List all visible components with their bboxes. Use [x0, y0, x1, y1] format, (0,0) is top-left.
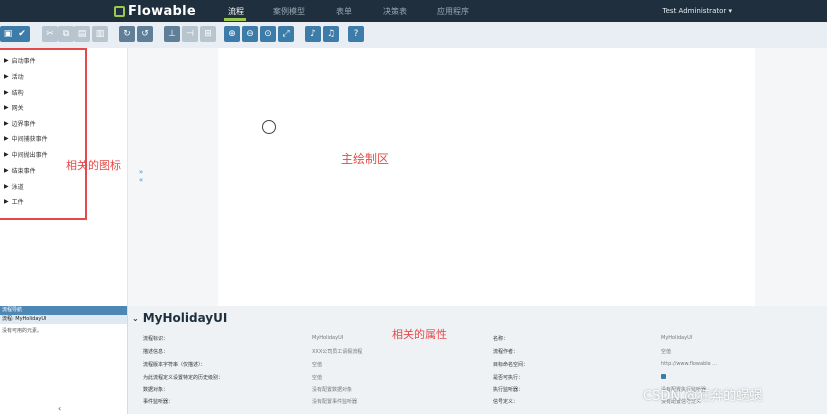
- palette-group-artifacts[interactable]: ▶ 工件: [4, 197, 24, 206]
- caret-right-icon: ▶: [4, 198, 9, 205]
- caret-right-icon: ▶: [4, 73, 9, 80]
- drawing-canvas[interactable]: [218, 48, 755, 306]
- user-menu[interactable]: Test Administrator ▾: [663, 7, 732, 15]
- undo-icon[interactable]: ↺: [137, 26, 153, 42]
- prop-value[interactable]: MyHolidayUI: [661, 335, 692, 341]
- palette-collapse-toggle[interactable]: » «: [137, 168, 145, 184]
- bend-add-icon[interactable]: ♪: [305, 26, 321, 42]
- cut-icon[interactable]: ✂: [42, 26, 58, 42]
- palette-group-gateways[interactable]: ▶ 网关: [4, 103, 24, 112]
- zoom-actual-icon[interactable]: ⊙: [260, 26, 276, 42]
- csdn-watermark: CSDN @狂奔的蜗蜗: [643, 389, 763, 404]
- zoom-out-icon[interactable]: ⊖: [242, 26, 258, 42]
- palette-group-intermediate-catching[interactable]: ▶ 中间捕获事件: [4, 134, 48, 143]
- prop-value[interactable]: 没有配置事件监听器: [312, 398, 357, 405]
- same-size-icon[interactable]: ⊞: [200, 26, 216, 42]
- prop-value[interactable]: 空值: [312, 374, 322, 381]
- editor-toolbar: ▣ ✔ ✂ ⧉ ▤ ▥ ↻ ↺ ⊥ ⊣ ⊞ ⊕ ⊖ ⊙ ⤢ ♪ ♫ ?: [0, 22, 827, 49]
- prop-label: 数据对象：: [143, 387, 169, 393]
- properties-title[interactable]: ⌄ MyHolidayUI: [132, 311, 227, 325]
- prop-label: 流程标识：: [143, 336, 169, 342]
- prop-value[interactable]: 空值: [661, 348, 671, 355]
- prop-value[interactable]: http://www.flowable ...: [661, 361, 717, 367]
- tab-decision-tables[interactable]: 决策表: [383, 6, 407, 17]
- executable-checkbox[interactable]: [661, 374, 666, 379]
- prop-label: 描述信息：: [143, 349, 169, 355]
- help-icon[interactable]: ?: [348, 26, 364, 42]
- properties-annotation: 相关的属性: [392, 328, 447, 341]
- prop-label: 名称：: [493, 336, 509, 342]
- top-navigation-bar: Flowable 流程 案例模型 表单 决策表 应用程序 Test Admini…: [0, 0, 827, 22]
- prop-value[interactable]: XXX公司员工请假流程: [312, 348, 362, 355]
- prop-label: 目标命名空间：: [493, 362, 529, 368]
- caret-right-icon: ▶: [4, 120, 9, 127]
- tab-process[interactable]: 流程: [228, 6, 244, 17]
- palette-group-boundary-events[interactable]: ▶ 边界事件: [4, 119, 36, 128]
- navigator-header: 流程导航: [0, 306, 127, 315]
- palette-group-intermediate-throwing[interactable]: ▶ 中间抛出事件: [4, 150, 48, 159]
- prop-label: 信号定义：: [493, 399, 519, 405]
- prop-value[interactable]: 空值: [312, 361, 322, 368]
- process-navigator: 流程导航 流程: MyHolidayUI 没有可用的元素。 ‹: [0, 306, 128, 414]
- align-horizontal-icon[interactable]: ⊣: [182, 26, 198, 42]
- prop-label: 是否可执行：: [493, 375, 524, 381]
- active-tab-indicator: [224, 18, 246, 21]
- double-chevron-icon: »: [138, 168, 144, 176]
- prop-label: 事件监听器：: [143, 399, 174, 405]
- caret-right-icon: ▶: [4, 151, 9, 158]
- canvas-annotation: 主绘制区: [341, 152, 390, 166]
- chevron-left-icon[interactable]: ‹: [58, 404, 61, 413]
- prop-label: 流程作者：: [493, 349, 519, 355]
- zoom-fit-icon[interactable]: ⤢: [278, 26, 294, 42]
- palette-group-start-events[interactable]: ▶ 启动事件: [4, 56, 36, 65]
- navigator-empty-text: 没有可用的元素。: [2, 328, 43, 334]
- flowable-logo-icon: [114, 5, 125, 17]
- align-vertical-icon[interactable]: ⊥: [164, 26, 180, 42]
- navigator-process-row[interactable]: 流程: MyHolidayUI: [0, 315, 127, 324]
- tab-forms[interactable]: 表单: [336, 6, 352, 17]
- paste-icon[interactable]: ▤: [74, 26, 90, 42]
- delete-icon[interactable]: ▥: [92, 26, 108, 42]
- copy-icon[interactable]: ⧉: [58, 26, 74, 42]
- prop-value[interactable]: MyHolidayUI: [312, 335, 343, 341]
- caret-right-icon: ▶: [4, 183, 9, 190]
- caret-right-icon: ▶: [4, 89, 9, 96]
- check-icon[interactable]: ✔: [14, 26, 30, 42]
- tab-apps[interactable]: 应用程序: [437, 6, 469, 17]
- zoom-in-icon[interactable]: ⊕: [224, 26, 240, 42]
- palette-group-structural[interactable]: ▶ 结构: [4, 88, 24, 97]
- palette-annotation: 相关的图标: [66, 159, 121, 172]
- tab-case-model[interactable]: 案例模型: [273, 6, 305, 17]
- prop-value[interactable]: 没有配置数据对象: [312, 386, 352, 393]
- flowable-logo[interactable]: Flowable: [114, 3, 196, 19]
- prop-label: 执行监听器：: [493, 387, 524, 393]
- palette-group-end-events[interactable]: ▶ 结束事件: [4, 166, 36, 175]
- caret-right-icon: ▶: [4, 104, 9, 111]
- caret-right-icon: ▶: [4, 167, 9, 174]
- redo-icon[interactable]: ↻: [119, 26, 135, 42]
- bend-remove-icon[interactable]: ♫: [323, 26, 339, 42]
- caret-right-icon: ▶: [4, 57, 9, 64]
- prop-label: 流程版本字符串（仅描述）：: [143, 362, 206, 368]
- caret-right-icon: ▶: [4, 135, 9, 142]
- start-event-shape[interactable]: [262, 120, 276, 134]
- canvas-right-margin: [755, 48, 827, 306]
- palette-group-swimlanes[interactable]: ▶ 泳道: [4, 182, 24, 191]
- prop-label: 为此流程定义设置特定的历史级别：: [143, 375, 224, 381]
- chevron-down-icon: ⌄: [132, 313, 139, 323]
- palette-group-activities[interactable]: ▶ 活动: [4, 72, 24, 81]
